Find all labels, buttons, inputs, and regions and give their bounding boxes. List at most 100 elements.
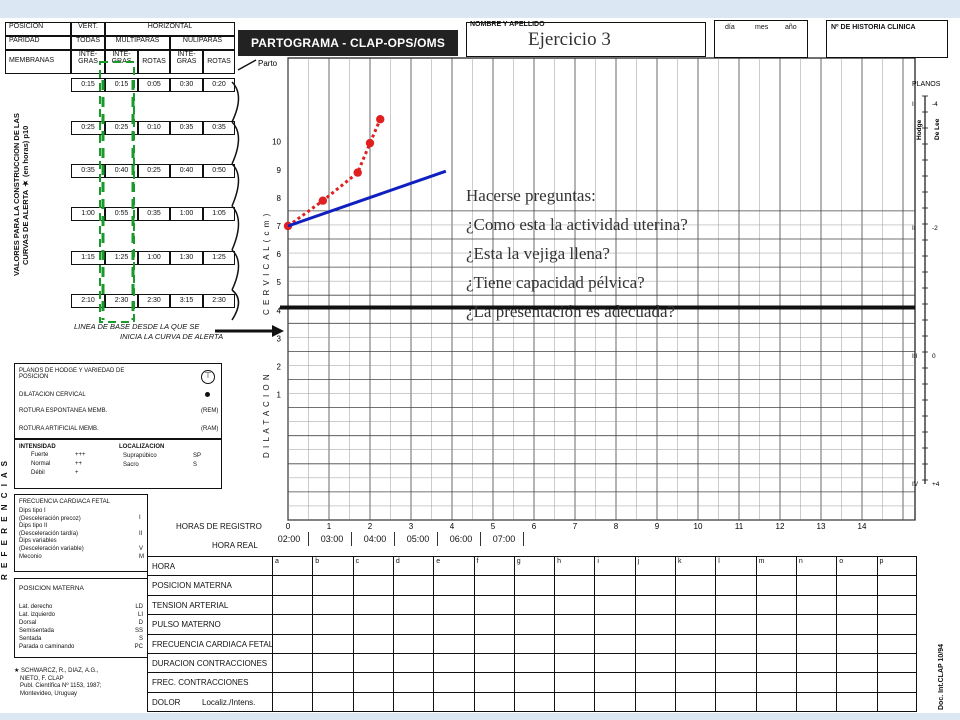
bottom-col-letter: h (557, 558, 561, 565)
delee-label: -4 (932, 101, 938, 108)
y-tick-label: 5 (277, 278, 282, 287)
ref-normal: Normal (31, 461, 51, 467)
bottom-row-label: PULSO MATERNO (152, 620, 221, 630)
pm-item-label: Sentada (19, 636, 42, 642)
pm-item-label: Semisentada (19, 628, 55, 634)
y-tick-label: 4 (277, 306, 282, 315)
bottom-col-letter: a (275, 558, 279, 565)
ref-planos: PLANOS DE HODGE Y VARIEDAD DE POSICION (19, 368, 125, 380)
pm-item: Parada o caminando PC (19, 643, 143, 651)
pm-item: Sentada S (19, 635, 143, 643)
ref-pm-list: Lat. derecho LD Lat. izquierdo LI Dorsal D Sem… (19, 603, 143, 651)
bottom-col-letter: k (678, 558, 682, 565)
bottom-col-divider (312, 557, 314, 711)
pm-item-label: Lat. izquierdo (19, 612, 56, 618)
bottom-col-letter: e (436, 558, 441, 565)
pm-item-code: S (138, 636, 143, 642)
bottom-col-letter: o (839, 558, 844, 565)
bottom-row-label: HORA (152, 562, 176, 571)
bottom-col-divider (392, 557, 394, 711)
bottom-col-divider (433, 557, 435, 711)
bottom-col-divider (675, 557, 676, 711)
ref-ram: ROTURA ARTIFICIAL MEMB. (19, 426, 99, 432)
hora-real-cell: 05:00 (399, 532, 438, 546)
bottom-col-divider (272, 557, 273, 711)
bottom-col-divider (836, 557, 838, 711)
ref-sacro: Sacro (123, 462, 139, 468)
hora-real-cell: 06:00 (442, 532, 481, 546)
bottom-row-label: TENSION ARTERIAL (152, 600, 229, 610)
x-tick-label: 5 (491, 522, 496, 531)
question-line: ¿Esta la vejiga llena? (466, 244, 610, 263)
delee-label: -2 (932, 225, 938, 232)
ref-rem: ROTURA ESPONTANEA MEMB. (19, 408, 108, 414)
ref-dilatacion: DILATACION CERVICAL (19, 392, 86, 398)
x-tick-label: 3 (409, 522, 414, 531)
pm-item: Semisentada SS (19, 627, 143, 635)
ref-fcf-title: FRECUENCIA CARDIACA FETAL (19, 499, 110, 505)
x-tick-label: 6 (532, 522, 537, 531)
fcf-code: M (139, 554, 144, 560)
y-tick-label: 3 (277, 334, 282, 343)
x-tick-label: 0 (286, 522, 291, 531)
dolor-sub-label: Localiz./Intens. (202, 697, 256, 707)
hodge-label: III (912, 353, 918, 360)
pm-item-label: Dorsal (19, 620, 37, 626)
citation-line: Publ. Científica Nº 1153, 1987; (20, 683, 102, 689)
bottom-row-label: DOLOR (152, 697, 181, 707)
doc-id: Doc. Int.CLAP 10/94 (938, 643, 945, 710)
x-tick-label: 9 (655, 522, 660, 531)
references-side-title: R E F E R E N C I A S (0, 459, 9, 580)
citation-line: Montevideo, Uruguay (20, 690, 78, 697)
planos-title: PLANOS (912, 81, 941, 88)
x-tick-label: 12 (776, 522, 785, 531)
series-point (376, 115, 385, 124)
fcf-item: Dips variables (19, 538, 57, 545)
series-point (353, 168, 362, 177)
bottom-row: DOLOR Localiz./Intens. (148, 693, 916, 713)
delee-label: +4 (932, 481, 940, 488)
ref-sacro-code: S (193, 462, 198, 468)
fcf-item: Dips tipo II (19, 523, 48, 530)
bottom-col-letter: n (798, 558, 803, 565)
bottom-row: DURACION CONTRACCIONES (148, 654, 916, 674)
fcf-code: I (139, 515, 141, 521)
x-tick-label: 4 (450, 522, 455, 531)
bottom-col-letter: f (476, 558, 479, 565)
ref-fuerte-code: +++ (75, 452, 86, 458)
bottom-col-divider (352, 557, 354, 711)
hodge-label: IV (912, 481, 919, 488)
pm-item-code: LI (137, 612, 143, 618)
bottom-col-letter: b (315, 558, 320, 565)
ref-suprapubico: Suprapúbico (123, 453, 157, 459)
x-tick-label: 10 (694, 522, 703, 531)
bottom-col-letter: p (879, 558, 884, 565)
pm-item-code: PC (134, 644, 143, 650)
bottom-row-label: FREC. CONTRACCIONES (152, 678, 249, 688)
ref-ram-code: (RAM) (201, 426, 219, 432)
fcf-item: (Desceleración variable) (19, 545, 84, 552)
references-intensity: INTENSIDAD Fuerte +++ Normal ++ Débil + … (14, 439, 222, 489)
y-axis-label-top: C E R V I C A L ( c m ) (262, 212, 271, 315)
ref-fuerte: Fuerte (31, 452, 49, 458)
x-tick-label: 8 (614, 522, 619, 531)
bottom-row: POSICION MATERNA (148, 576, 916, 596)
question-line: ¿Como esta la actividad uterina? (466, 215, 688, 234)
top-label-parto: Parto (258, 59, 278, 68)
x-tick-label: 2 (368, 522, 373, 531)
dilation-dot-icon (205, 392, 210, 397)
ref-suprapubico-code: SP (193, 453, 202, 459)
pm-item: Lat. derecho LD (19, 603, 143, 611)
bottom-col-letter: l (718, 558, 720, 565)
y-tick-label: 8 (277, 194, 282, 203)
citation: ★ SCHWARCZ, R., DIAZ, A.G., NIETO, F. CLA… (14, 668, 101, 698)
bottom-col-divider (473, 557, 475, 711)
x-tick-label: 13 (817, 522, 826, 531)
pm-item-code: SS (134, 628, 143, 634)
hodge-label: I (912, 101, 914, 108)
bottom-row: TENSION ARTERIAL (148, 596, 916, 616)
pm-item-code: D (138, 620, 143, 626)
hodge-title: Hodge (916, 119, 923, 140)
bottom-col-letter: i (597, 558, 599, 565)
bottom-col-divider (554, 557, 556, 711)
